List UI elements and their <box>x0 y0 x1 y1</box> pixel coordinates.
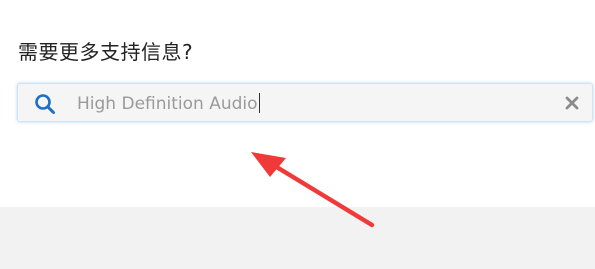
text-cursor <box>258 93 260 113</box>
search-icon[interactable] <box>33 92 57 116</box>
support-page: 需要更多支持信息? High Definition Audio <box>0 0 595 269</box>
search-bar[interactable]: High Definition Audio <box>17 83 593 122</box>
footer-band <box>0 207 595 269</box>
close-icon[interactable] <box>564 95 580 111</box>
search-input[interactable]: High Definition Audio <box>77 94 258 114</box>
page-title: 需要更多支持信息? <box>18 40 194 64</box>
search-input-wrapper[interactable]: High Definition Audio <box>77 93 260 114</box>
